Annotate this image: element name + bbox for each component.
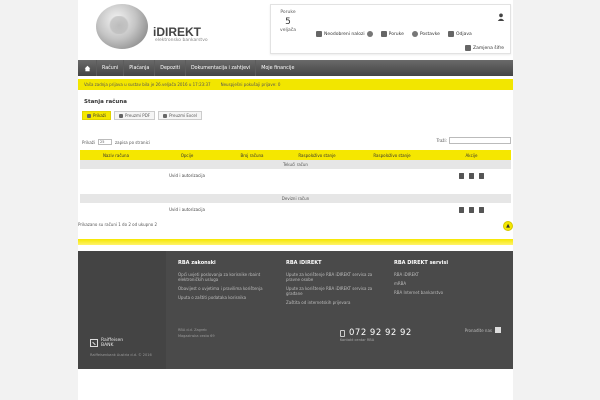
footer-address: RBA d.d. Zagreb Magazinska cesta 69 (178, 328, 215, 338)
page-size-select[interactable]: 25 (98, 139, 113, 145)
tab-download-pdf[interactable]: Preuzmi PDF (114, 111, 156, 120)
document-icon[interactable] (469, 172, 474, 179)
link-change-password[interactable]: Zamjena šifre (465, 45, 504, 51)
footer-col-legal: RBA zakonski Opći uvjeti poslovanja za k… (178, 260, 263, 300)
excel-icon (163, 113, 168, 118)
main-navigation: Računi Plaćanja Depoziti Dokumentacija i… (78, 60, 513, 76)
action-tabs: Prikaži Preuzmi PDF Preuzmi Excel (82, 111, 202, 120)
search-input[interactable] (449, 137, 511, 144)
footer-link[interactable]: Zaštita od internetskih prijevara (286, 300, 381, 305)
table-controls: Prikaži 25 zapisa po stranici Traži: (78, 137, 513, 147)
pdf-icon (119, 113, 124, 118)
col-options[interactable]: Opcije (152, 153, 222, 158)
print-icon[interactable] (459, 206, 464, 213)
failed-login-text: Neuspješni pokušaji prijave: 0 (220, 82, 281, 87)
logout-icon (447, 31, 454, 37)
document-icon[interactable] (469, 206, 474, 213)
footer: Raiffeisen BANK Raiffeisenbank Austria d… (78, 251, 513, 369)
tab-download-excel[interactable]: Preuzmi Excel (158, 111, 202, 120)
info-badge-icon (366, 31, 373, 37)
search-control: Traži: (436, 137, 511, 144)
row-option-link[interactable]: Uvid i autorizacija (152, 207, 222, 212)
list-icon (87, 113, 91, 118)
footer-link[interactable]: Upute za korištenje RBA iDIREKT servisa … (286, 272, 381, 282)
yellow-divider (78, 239, 513, 245)
globe-logo-icon (96, 4, 148, 49)
contact-phone[interactable]: 072 92 92 92 (340, 328, 412, 338)
facebook-link[interactable]: Pronađite nas (465, 327, 501, 333)
nav-item-deposits[interactable]: Depoziti (154, 60, 185, 76)
footer-link[interactable]: RBA iDIREKT (394, 272, 504, 277)
col-available-balance-2[interactable]: Raspoloživo stanje (352, 153, 432, 158)
footer-link[interactable]: Obavijest o uvjetima i pravilima korište… (178, 286, 263, 291)
home-icon[interactable] (78, 60, 96, 76)
print-icon[interactable] (459, 172, 464, 179)
footer-link[interactable]: Upute za korištenje RBA iDIREKT servisa … (286, 286, 381, 296)
footer-col-services: RBA DIREKT servisi RBA iDIREKT mRBA RBA … (394, 260, 504, 299)
nav-item-documents[interactable]: Dokumentacija i zahtjevi (184, 60, 255, 76)
row-actions (459, 206, 484, 213)
messages-word: veljača (280, 28, 296, 33)
document-icon (316, 31, 322, 37)
messages-label: Poruke (280, 10, 296, 15)
copyright-text: Raiffeisenbank Austria d.d. © 2016 (90, 353, 152, 357)
messages-counter[interactable]: Poruke 5 veljača (277, 10, 299, 33)
accounts-table: Naziv računa Opcije Broj računa Raspolož… (80, 150, 511, 216)
col-account-number[interactable]: Broj računa (222, 153, 282, 158)
section-foreign-account: Devizni račun (80, 194, 511, 203)
link-messages[interactable]: Poruke (380, 31, 404, 37)
col-available-balance[interactable]: Raspoloživo stanje (282, 153, 352, 158)
table-row: Uvid i autorizacija (80, 203, 511, 216)
col-actions: Akcije (465, 152, 478, 158)
footer-link[interactable]: Uputa o zaštiti podataka korisnika (178, 295, 263, 300)
link-unapproved-orders[interactable]: Neodobreni nalozi (316, 31, 373, 37)
page-container: iDIREKT elektronsko bankarstvo Poruke 5 … (78, 0, 513, 400)
raiffeisen-logo[interactable]: Raiffeisen BANK (90, 338, 123, 348)
nav-item-accounts[interactable]: Računi (96, 60, 123, 76)
footer-link[interactable]: mRBA (394, 281, 504, 286)
tab-show[interactable]: Prikaži (82, 111, 112, 120)
brand-subtitle: elektronsko bankarstvo (155, 38, 208, 43)
page-title: Stanja računa (84, 99, 127, 105)
page-size-control: Prikaži 25 zapisa po stranici (82, 139, 150, 145)
header-panel: Poruke 5 veljača Neodobreni nalozi Poruk… (270, 4, 511, 54)
contact-phone-label: Kontakt centar RBA (340, 338, 375, 342)
last-login-text: Vaša zadnja prijava u sustav bila je 26.… (84, 82, 211, 87)
facebook-icon (495, 327, 501, 333)
details-icon[interactable] (479, 172, 484, 179)
brand-title: iDIREKT (153, 25, 201, 39)
envelope-icon (380, 31, 387, 37)
gear-icon (411, 31, 418, 37)
user-icon[interactable] (497, 13, 505, 21)
footer-link[interactable]: RBA Internet bankarstvo (394, 290, 504, 295)
section-current-account: Tekući račun (80, 160, 511, 169)
header-links: Neodobreni nalozi Poruke Postavke Odjava (316, 31, 472, 37)
key-icon (465, 45, 472, 51)
nav-item-payments[interactable]: Plaćanja (123, 60, 154, 76)
table-summary: Prikazano su računi 1 do 2 od ukupno 2 (78, 222, 157, 227)
login-info-bar: Vaša zadnja prijava u sustav bila je 26.… (78, 79, 513, 90)
table-row: Uvid i autorizacija (80, 169, 511, 182)
footer-left-panel (78, 251, 166, 369)
footer-col-idirekt: RBA iDIREKT Upute za korištenje RBA iDIR… (286, 260, 381, 309)
link-logout[interactable]: Odjava (447, 31, 472, 37)
scroll-top-button[interactable]: ▲ (503, 221, 513, 231)
phone-icon (340, 329, 345, 337)
link-settings[interactable]: Postavke (411, 31, 440, 37)
raiffeisen-mark-icon (90, 339, 98, 347)
table-header: Naziv računa Opcije Broj računa Raspolož… (80, 150, 511, 160)
col-account-name[interactable]: Naziv računa (80, 153, 152, 158)
row-actions (459, 172, 484, 179)
messages-count: 5 (285, 17, 291, 27)
details-icon[interactable] (479, 206, 484, 213)
footer-link[interactable]: Opći uvjeti poslovanja za korisnike rbai… (178, 272, 263, 282)
nav-item-finances[interactable]: Moje financije (255, 60, 299, 76)
row-option-link[interactable]: Uvid i autorizacija (152, 173, 222, 178)
